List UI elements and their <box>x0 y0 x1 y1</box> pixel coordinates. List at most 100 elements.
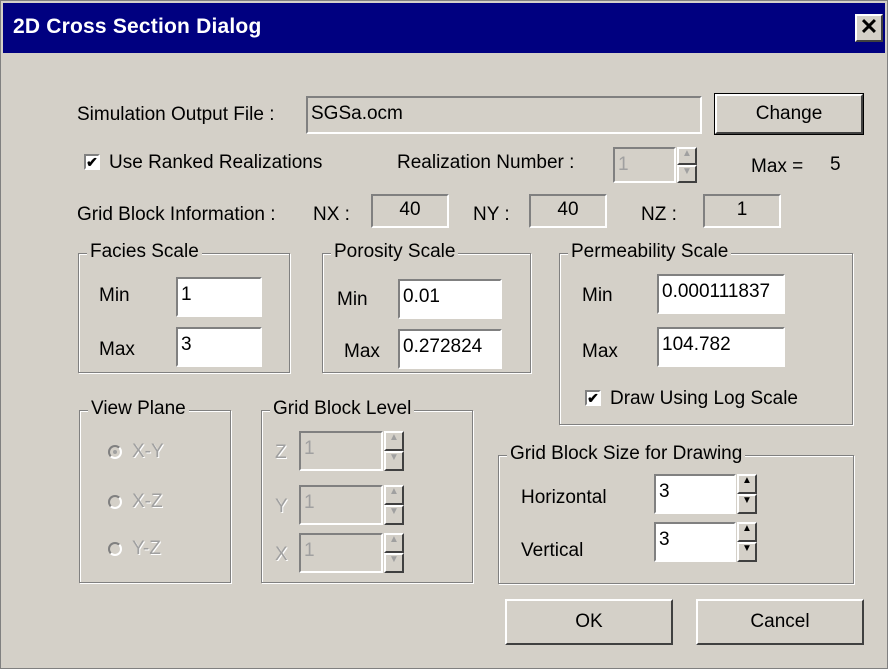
radio-xy[interactable] <box>108 445 122 459</box>
ny-label: NY : <box>473 204 510 225</box>
view-plane-title: View Plane <box>88 398 189 420</box>
permeability-scale-group: Permeability Scale Min 0.000111837 Max 1… <box>559 241 853 425</box>
level-y-label: Y <box>275 496 288 517</box>
cancel-button[interactable]: Cancel <box>696 599 864 645</box>
permeability-min-value: 0.000111837 <box>662 281 771 302</box>
nz-field: 1 <box>703 194 781 228</box>
permeability-max-value: 104.782 <box>662 334 731 355</box>
level-z-spinner[interactable]: ▲ ▼ <box>384 431 404 471</box>
facies-min-label: Min <box>99 285 130 306</box>
vertical-spinner[interactable]: ▲ ▼ <box>737 522 757 562</box>
porosity-max-label: Max <box>344 341 380 362</box>
view-plane-group: View Plane X-Y X-Z Y-Z <box>79 398 231 583</box>
change-button[interactable]: Change <box>714 93 864 135</box>
nz-label: NZ : <box>641 204 677 225</box>
spin-down-icon[interactable]: ▼ <box>384 451 404 471</box>
spin-down-icon[interactable]: ▼ <box>384 505 404 525</box>
facies-max-value: 3 <box>181 334 192 355</box>
porosity-max-value: 0.272824 <box>403 336 483 357</box>
draw-size-title: Grid Block Size for Drawing <box>507 443 746 465</box>
realization-number-field: 1 <box>613 147 676 183</box>
level-x-value: 1 <box>304 540 315 561</box>
permeability-max-input[interactable]: 104.782 <box>657 327 785 367</box>
horizontal-input[interactable]: 3 <box>654 474 736 514</box>
log-scale-checkbox[interactable]: ✔ <box>585 390 601 406</box>
radio-yz-label: Y-Z <box>132 538 161 559</box>
nx-value: 40 <box>399 199 421 220</box>
permeability-scale-title: Permeability Scale <box>568 241 732 263</box>
sim-output-field: SGSa.ocm <box>306 96 702 134</box>
grid-info-label: Grid Block Information : <box>77 204 276 225</box>
vertical-value: 3 <box>659 529 670 550</box>
nx-field: 40 <box>371 194 449 228</box>
spin-up-icon[interactable]: ▲ <box>677 147 697 165</box>
check-icon: ✔ <box>587 390 599 406</box>
radio-yz[interactable] <box>108 542 122 556</box>
facies-scale-title: Facies Scale <box>87 241 202 263</box>
spin-down-icon[interactable]: ▼ <box>737 542 757 562</box>
level-z-input[interactable]: 1 <box>299 431 383 471</box>
facies-min-value: 1 <box>181 284 192 305</box>
permeability-max-label: Max <box>582 341 618 362</box>
level-z-value: 1 <box>304 438 315 459</box>
horizontal-label: Horizontal <box>521 487 607 508</box>
level-y-input[interactable]: 1 <box>299 485 383 525</box>
porosity-scale-title: Porosity Scale <box>331 241 459 263</box>
horizontal-value: 3 <box>659 481 670 502</box>
spin-down-icon[interactable]: ▼ <box>384 553 404 573</box>
radio-xz[interactable] <box>108 495 122 509</box>
realization-spinner[interactable]: ▲ ▼ <box>677 147 697 183</box>
level-z-label: Z <box>275 442 287 463</box>
radio-xy-label: X-Y <box>132 441 164 462</box>
vertical-label: Vertical <box>521 540 584 561</box>
level-y-value: 1 <box>304 492 315 513</box>
permeability-min-input[interactable]: 0.000111837 <box>657 274 785 314</box>
radio-xz-label: X-Z <box>132 491 163 512</box>
porosity-max-input[interactable]: 0.272824 <box>398 329 502 369</box>
close-button[interactable]: ✕ <box>855 14 883 42</box>
porosity-scale-group: Porosity Scale Min 0.01 Max 0.272824 <box>322 241 531 373</box>
spin-up-icon[interactable]: ▲ <box>384 485 404 505</box>
ny-value: 40 <box>557 199 579 220</box>
facies-scale-group: Facies Scale Min 1 Max 3 <box>78 241 290 373</box>
window-title: 2D Cross Section Dialog <box>13 15 262 38</box>
porosity-min-input[interactable]: 0.01 <box>398 279 502 319</box>
spin-up-icon[interactable]: ▲ <box>737 522 757 542</box>
nz-value: 1 <box>736 199 748 220</box>
permeability-min-label: Min <box>582 285 613 306</box>
realization-number-value: 1 <box>618 154 629 175</box>
draw-size-group: Grid Block Size for Drawing Horizontal 3… <box>498 443 854 584</box>
spin-up-icon[interactable]: ▲ <box>737 474 757 494</box>
log-scale-label: Draw Using Log Scale <box>610 388 798 409</box>
max-realization-label: Max = <box>751 156 804 177</box>
level-y-spinner[interactable]: ▲ ▼ <box>384 485 404 525</box>
nx-label: NX : <box>313 204 350 225</box>
ok-button[interactable]: OK <box>505 599 673 645</box>
facies-max-input[interactable]: 3 <box>176 327 262 367</box>
title-bar[interactable]: 2D Cross Section Dialog ✕ <box>3 3 885 53</box>
facies-max-label: Max <box>99 339 135 360</box>
level-x-input[interactable]: 1 <box>299 533 383 573</box>
ranked-realizations-label: Use Ranked Realizations <box>109 152 323 173</box>
porosity-min-value: 0.01 <box>403 286 440 307</box>
max-realization-value: 5 <box>830 154 841 175</box>
realization-number-label: Realization Number : <box>397 152 575 173</box>
porosity-min-label: Min <box>337 289 368 310</box>
vertical-input[interactable]: 3 <box>654 522 736 562</box>
grid-block-level-title: Grid Block Level <box>270 398 415 420</box>
spin-down-icon[interactable]: ▼ <box>737 494 757 514</box>
level-x-spinner[interactable]: ▲ ▼ <box>384 533 404 573</box>
close-icon: ✕ <box>859 14 879 39</box>
check-icon: ✔ <box>86 154 98 170</box>
ny-field: 40 <box>529 194 607 228</box>
spin-down-icon[interactable]: ▼ <box>677 165 697 183</box>
level-x-label: X <box>275 544 288 565</box>
spin-up-icon[interactable]: ▲ <box>384 431 404 451</box>
cross-section-dialog: 2D Cross Section Dialog ✕ Simulation Out… <box>0 0 888 669</box>
horizontal-spinner[interactable]: ▲ ▼ <box>737 474 757 514</box>
facies-min-input[interactable]: 1 <box>176 277 262 317</box>
grid-block-level-group: Grid Block Level Z 1 ▲ ▼ Y 1 ▲ ▼ X 1 ▲ ▼ <box>261 398 473 583</box>
spin-up-icon[interactable]: ▲ <box>384 533 404 553</box>
ranked-realizations-checkbox[interactable]: ✔ <box>84 154 100 170</box>
sim-output-value: SGSa.ocm <box>311 103 403 124</box>
